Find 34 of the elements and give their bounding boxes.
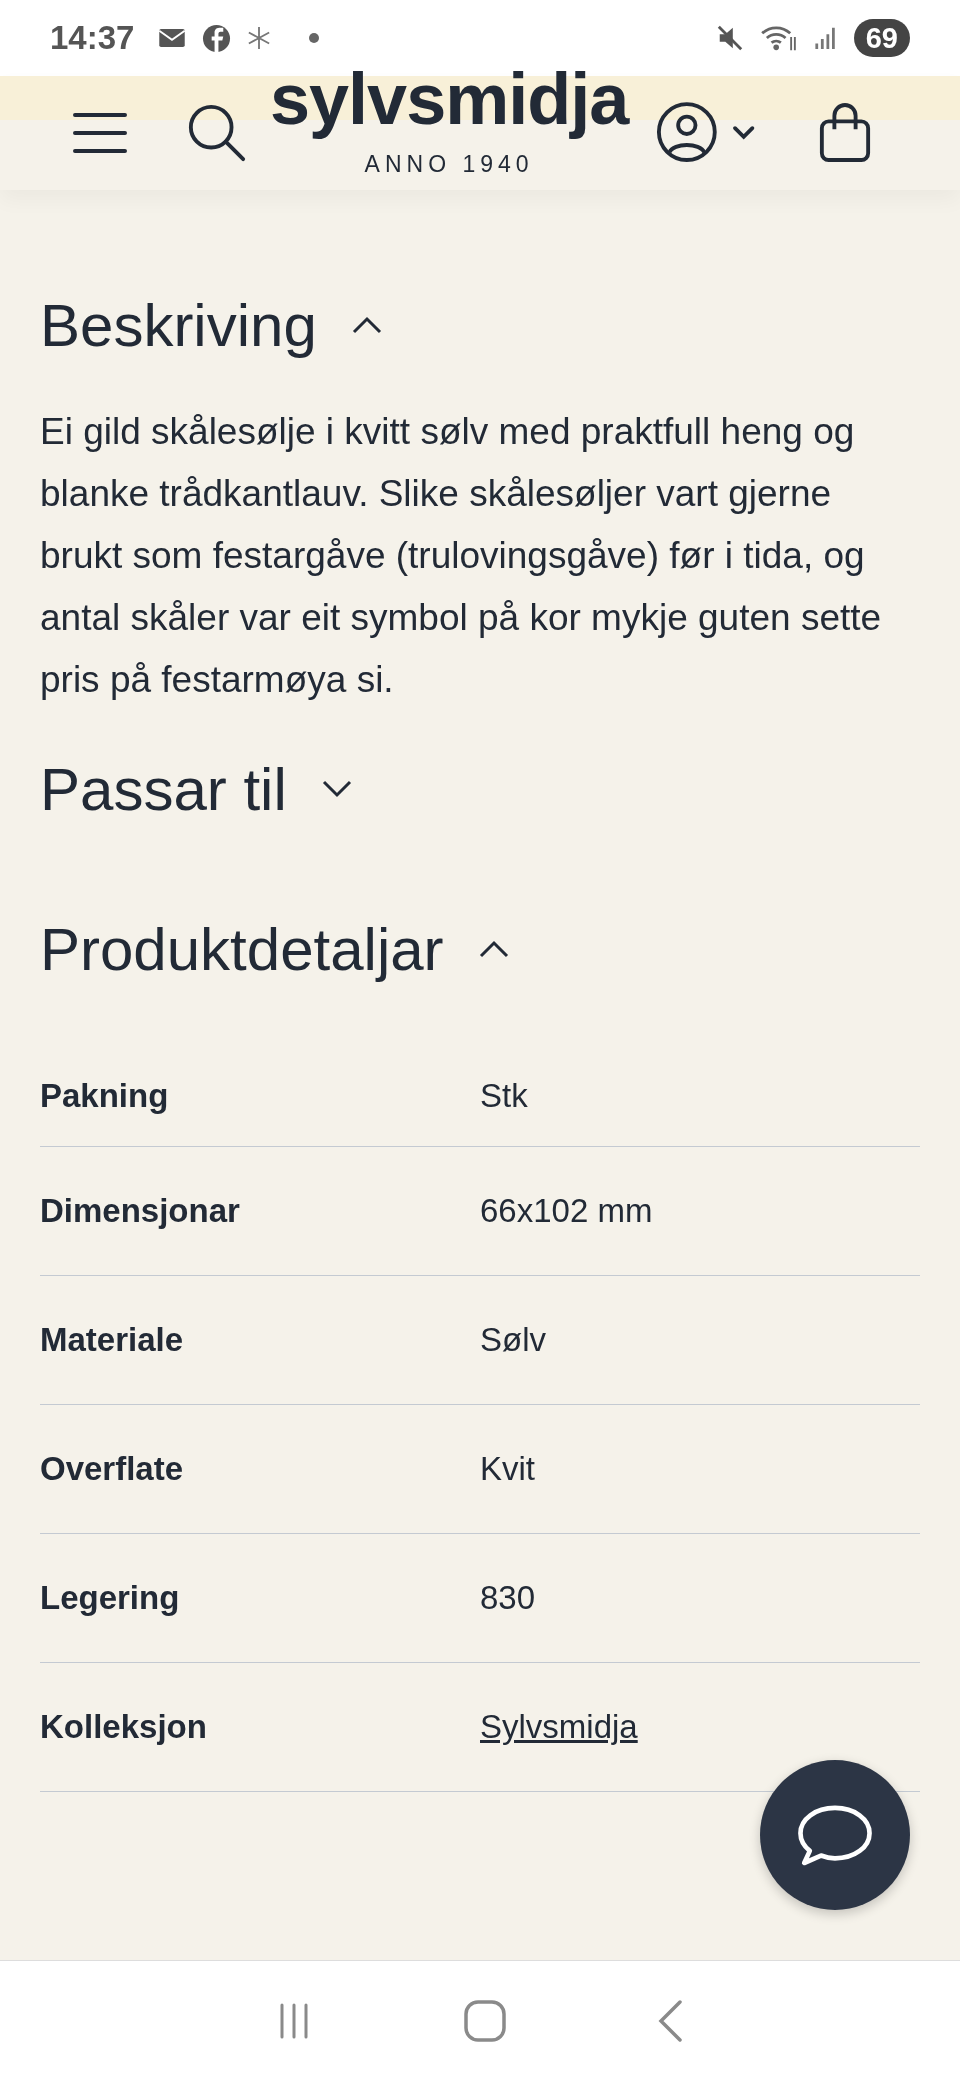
mute-icon	[715, 24, 744, 52]
section-toggle[interactable]: Passar til	[40, 749, 353, 829]
section-toggle[interactable]: Beskriving	[40, 285, 383, 365]
home-icon[interactable]	[463, 1998, 507, 2043]
battery-level: 69	[853, 19, 910, 57]
chevron-up-icon	[350, 315, 383, 335]
section-toggle[interactable]: Produktdetaljar	[40, 909, 510, 989]
detail-label: Dimensjonar	[40, 1192, 241, 1230]
social-app-icon	[202, 23, 232, 53]
detail-label: Materiale	[40, 1321, 185, 1359]
detail-value: Sølv	[480, 1321, 546, 1359]
clock: 14:37	[50, 19, 135, 57]
chevron-up-icon	[477, 939, 510, 959]
signal-icon	[813, 25, 838, 51]
notification-dot-icon	[309, 33, 320, 43]
detail-value: Kvit	[480, 1450, 535, 1488]
detail-value: 66x102 mm	[480, 1192, 653, 1230]
mail-icon	[158, 28, 187, 48]
brand-tagline: ANNO 1940	[364, 150, 534, 178]
detail-label: Pakning	[40, 1077, 170, 1115]
brand-logo[interactable]: sylvsmidja	[270, 54, 629, 143]
chevron-down-icon	[320, 779, 353, 799]
wifi-icon	[759, 24, 798, 52]
detail-value: Stk	[480, 1077, 528, 1115]
menu-icon[interactable]	[72, 111, 128, 155]
search-icon[interactable]	[186, 102, 248, 164]
detail-label: Legering	[40, 1579, 181, 1617]
detail-label: Kolleksjon	[40, 1708, 208, 1746]
detail-value: 830	[480, 1579, 536, 1617]
snowflake-icon	[247, 26, 272, 50]
collection-link[interactable]: Sylvsmidja	[480, 1708, 638, 1746]
description-text: Ei gild skålesølje i kvitt sølv med praktfull heng og blanke trådkantlauv. Slike skålesøljer vart gjerne brukt som festargåve (trulovingsgåve) før i tida, og antal skåler var eit symbol på kor mykje guten sette pris på festarmøya si.	[40, 410, 883, 702]
shopping-bag-icon[interactable]	[818, 102, 873, 164]
detail-label: Overflate	[40, 1450, 185, 1488]
